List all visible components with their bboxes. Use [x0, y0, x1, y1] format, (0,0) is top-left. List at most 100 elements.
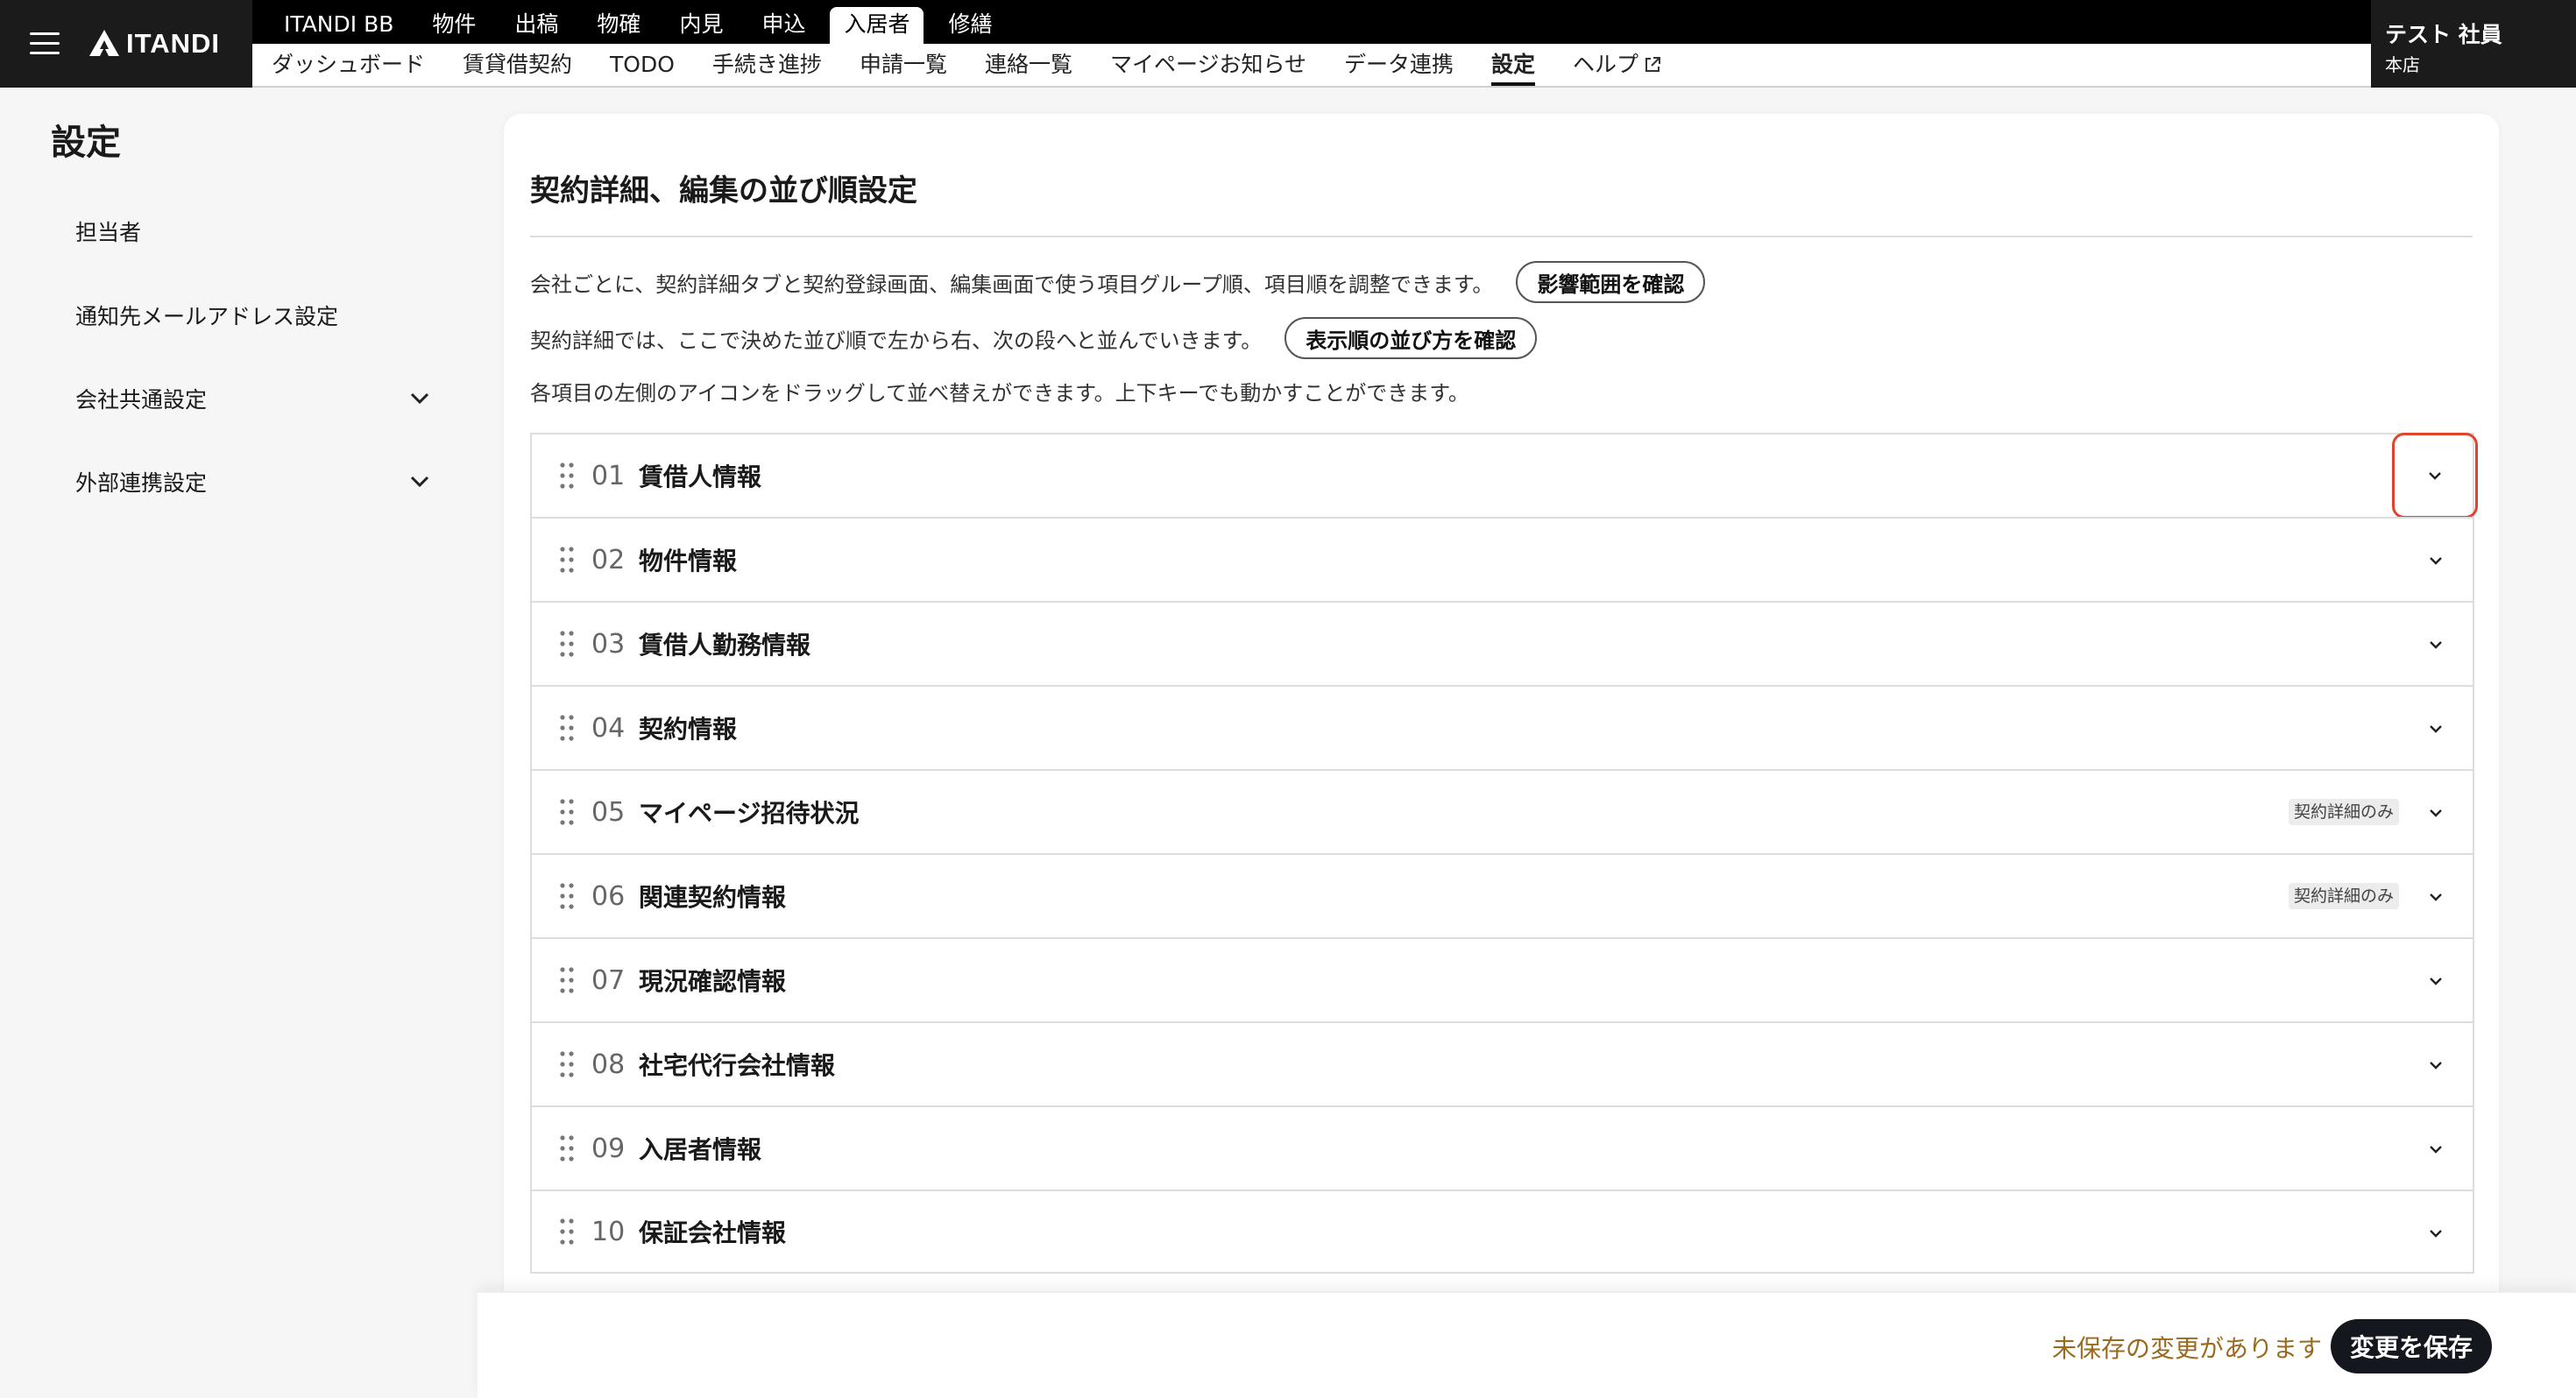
secondary-tab-contact-list[interactable]: 連絡一覧: [985, 44, 1072, 86]
drag-handle-icon[interactable]: [558, 714, 576, 742]
group-name: 物件情報: [639, 547, 738, 575]
user-menu[interactable]: テスト 社員 本店: [2371, 0, 2576, 88]
chevron-down-icon: [2430, 893, 2442, 901]
drag-handle-icon[interactable]: [558, 966, 576, 994]
secondary-tab-data-integration[interactable]: データ連携: [1344, 44, 1454, 86]
drag-handle-icon[interactable]: [558, 1218, 576, 1246]
secondary-tab-dashboard[interactable]: ダッシュボード: [272, 44, 425, 86]
sidebar-item-external-integration[interactable]: 外部連携設定: [75, 460, 429, 504]
chevron-down-icon: [2430, 725, 2442, 733]
group-number: 01: [591, 460, 626, 491]
group-name: 賃借人勤務情報: [639, 631, 811, 660]
user-name: テスト 社員: [2385, 22, 2502, 47]
primary-tab-shuzen[interactable]: 修繕: [934, 7, 1006, 44]
chevron-down-icon: [2430, 641, 2442, 649]
primary-tab-shukko[interactable]: 出稿: [500, 7, 572, 44]
drag-handle-icon[interactable]: [558, 1134, 576, 1162]
chevron-down-icon: [2430, 1062, 2442, 1070]
expand-group-button[interactable]: [2392, 433, 2478, 519]
primary-tab-nyukyosha[interactable]: 入居者: [830, 7, 924, 44]
group-row[interactable]: 08 社宅代行会社情報: [530, 1021, 2474, 1105]
sidebar-item-label: 担当者: [75, 220, 142, 245]
group-name: 契約情報: [639, 715, 738, 744]
drag-handle-icon[interactable]: [558, 630, 576, 658]
group-number: 03: [591, 628, 626, 660]
secondary-tab-mypage-notice[interactable]: マイページお知らせ: [1110, 44, 1306, 86]
group-row[interactable]: 03 賃借人勤務情報: [530, 601, 2474, 685]
logo[interactable]: ITANDI: [88, 28, 220, 60]
external-link-icon: [1645, 57, 1661, 72]
user-store: 本店: [2385, 54, 2420, 75]
secondary-tab-settings[interactable]: 設定: [1491, 44, 1536, 86]
sidebar-item-staff[interactable]: 担当者: [75, 209, 429, 253]
description-line-3: 各項目の左側のアイコンをドラッグして並べ替えができます。上下キーでも動かすことが…: [530, 377, 1469, 406]
chevron-down-icon: [2430, 1146, 2442, 1154]
check-impact-button[interactable]: 影響範囲を確認: [1516, 261, 1706, 303]
primary-tab-moushikomi[interactable]: 申込: [747, 7, 819, 44]
secondary-tab-lease-contract[interactable]: 賃貸借契約: [463, 44, 572, 86]
expand-group-button[interactable]: [2417, 625, 2455, 664]
detail-only-badge: 契約詳細のみ: [2288, 883, 2399, 909]
group-row[interactable]: 05 マイページ招待状況 契約詳細のみ: [530, 769, 2474, 853]
group-number: 09: [591, 1133, 626, 1164]
primary-nav: ITANDI BB 物件 出稿 物確 内見 申込 入居者 修繕: [252, 0, 2371, 44]
detail-only-badge: 契約詳細のみ: [2288, 799, 2399, 825]
expand-group-button[interactable]: [2417, 1214, 2455, 1253]
chevron-down-icon: [2430, 557, 2442, 565]
group-order-list: 01 賃借人情報 02 物件情報 03 賃借人勤務情報 04 契約情報 05 マイページ招待状況契…: [530, 433, 2478, 1274]
secondary-tab-procedure-progress[interactable]: 手続き進捗: [712, 44, 822, 86]
check-display-order-button[interactable]: 表示順の並び方を確認: [1284, 317, 1538, 359]
secondary-tab-help[interactable]: ヘルプ: [1573, 44, 1661, 86]
expand-group-button[interactable]: [2417, 541, 2455, 580]
description-text: 各項目の左側のアイコンをドラッグして並べ替えができます。上下キーでも動かすことが…: [530, 380, 1469, 406]
primary-tab-bukkaku[interactable]: 物確: [583, 7, 655, 44]
group-number: 04: [591, 712, 626, 744]
group-number: 08: [591, 1048, 626, 1080]
primary-tab-bukken[interactable]: 物件: [418, 7, 490, 44]
expand-group-button[interactable]: [2417, 710, 2455, 748]
group-name: 入居者情報: [639, 1135, 762, 1164]
secondary-tab-todo[interactable]: TODO: [610, 44, 675, 86]
expand-group-button[interactable]: [2417, 794, 2455, 832]
unsaved-changes-text: 未保存の変更があります: [2051, 1334, 2322, 1363]
brand-area: ITANDI: [0, 0, 252, 88]
chevron-down-icon: [2429, 472, 2441, 480]
chevron-down-icon: [2430, 978, 2442, 985]
secondary-tab-application-list[interactable]: 申請一覧: [860, 44, 947, 86]
drag-handle-icon[interactable]: [558, 546, 576, 574]
group-row[interactable]: 10 保証会社情報: [530, 1190, 2474, 1274]
group-row[interactable]: 07 現況確認情報: [530, 937, 2474, 1021]
secondary-nav: ダッシュボード 賃貸借契約 TODO 手続き進捗 申請一覧 連絡一覧 マイページ…: [252, 44, 2371, 88]
chevron-down-icon: [410, 476, 429, 488]
primary-tab-itandi-bb[interactable]: ITANDI BB: [270, 7, 407, 44]
sidebar-item-notification-email[interactable]: 通知先メールアドレス設定: [75, 293, 429, 337]
group-number: 05: [591, 796, 626, 828]
sidebar-title: 設定: [51, 123, 121, 163]
group-row[interactable]: 06 関連契約情報 契約詳細のみ: [530, 853, 2474, 937]
drag-handle-icon[interactable]: [558, 462, 576, 490]
expand-group-button[interactable]: [2417, 1130, 2455, 1169]
drag-handle-icon[interactable]: [558, 798, 576, 826]
group-row[interactable]: 04 契約情報: [530, 685, 2474, 769]
group-row[interactable]: 02 物件情報: [530, 517, 2474, 601]
itandi-logo-icon: [89, 30, 119, 56]
group-name: 現況確認情報: [639, 967, 787, 996]
group-row[interactable]: 01 賃借人情報: [530, 433, 2478, 519]
sidebar-item-label: 外部連携設定: [75, 470, 208, 496]
expand-group-button[interactable]: [2417, 878, 2455, 916]
top-header: ITANDI ITANDI BB 物件 出稿 物確 内見 申込 入居者 修繕 ダ…: [0, 0, 2576, 88]
drag-handle-icon[interactable]: [558, 882, 576, 910]
group-number: 10: [591, 1216, 626, 1247]
expand-group-button[interactable]: [2417, 1046, 2455, 1084]
description-text: 会社ごとに、契約詳細タブと契約登録画面、編集画面で使う項目グループ順、項目順を調…: [530, 272, 1494, 297]
menu-icon[interactable]: [30, 32, 60, 55]
description-line-2: 契約詳細では、ここで決めた並び順で左から右、次の段へと並んでいきます。 表示順の…: [530, 317, 1538, 359]
help-label: ヘルプ: [1573, 52, 1639, 77]
primary-tab-naiken[interactable]: 内見: [665, 7, 737, 44]
save-changes-button[interactable]: 変更を保存: [2330, 1319, 2492, 1373]
group-row[interactable]: 09 入居者情報: [530, 1105, 2474, 1190]
expand-group-button[interactable]: [2417, 962, 2455, 1000]
sidebar: 設定 担当者 通知先メールアドレス設定 会社共通設定 外部連携設定: [0, 88, 478, 1398]
sidebar-item-company-common[interactable]: 会社共通設定: [75, 377, 429, 420]
drag-handle-icon[interactable]: [558, 1050, 576, 1078]
